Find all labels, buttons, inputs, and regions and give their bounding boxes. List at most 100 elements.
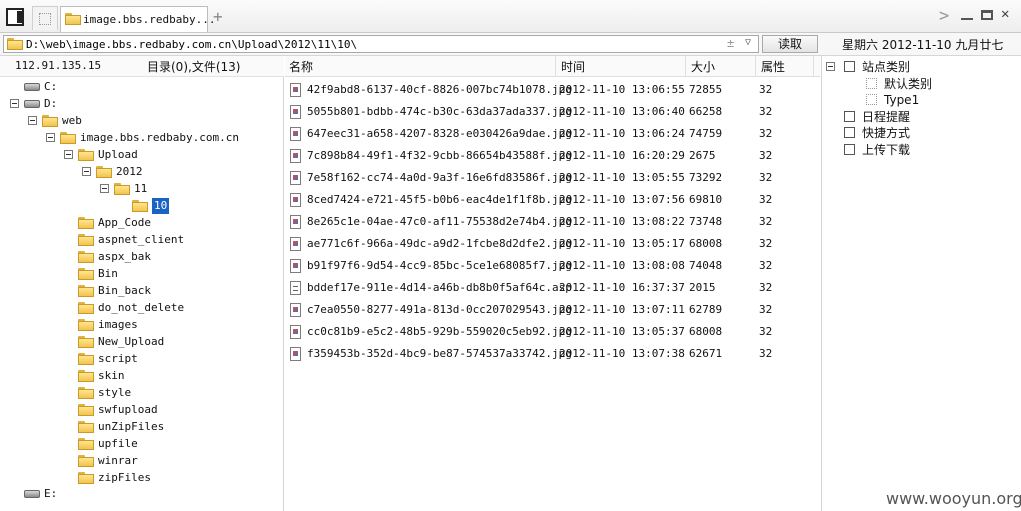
read-button[interactable]: 读取 bbox=[762, 35, 818, 53]
address-input[interactable] bbox=[26, 37, 716, 51]
category-item[interactable]: 日程提醒 bbox=[822, 109, 1021, 125]
file-row[interactable]: 5055b801-bdbb-474c-b30c-63da37ada337.jpg… bbox=[285, 101, 820, 123]
watermark: www.wooyun.org bbox=[886, 489, 1021, 508]
collapse-toggle-icon[interactable] bbox=[28, 116, 37, 125]
column-header-size[interactable]: 大小 bbox=[691, 58, 715, 75]
file-name: 8e265c1e-04ae-47c0-af11-75538d2e74b4.jpg bbox=[307, 215, 572, 228]
file-row[interactable]: c7ea0550-8277-491a-813d-0cc207029543.jpg… bbox=[285, 299, 820, 321]
tree-folder[interactable]: upfile bbox=[0, 436, 284, 452]
category-item[interactable]: 快捷方式 bbox=[822, 125, 1021, 141]
category-item[interactable]: 上传下载 bbox=[822, 142, 1021, 158]
collapse-toggle-icon[interactable] bbox=[82, 167, 91, 176]
tree-folder[interactable]: New_Upload bbox=[0, 334, 284, 350]
category-item[interactable]: 默认类别 bbox=[822, 76, 1021, 92]
sidebar-toggle-icon[interactable] bbox=[6, 8, 24, 26]
tree-label: 2012 bbox=[116, 165, 143, 178]
tree-label: script bbox=[98, 352, 138, 365]
chevron-down-icon[interactable]: ▽ bbox=[745, 37, 751, 48]
tree-drive[interactable]: E: bbox=[0, 486, 284, 502]
file-row[interactable]: f359453b-352d-4bc9-be87-574537a33742.jpg… bbox=[285, 343, 820, 365]
tree-folder[interactable]: Bin bbox=[0, 266, 284, 282]
tree-folder[interactable]: images bbox=[0, 317, 284, 333]
file-row[interactable]: 7c898b84-49f1-4f32-9cbb-86654b43588f.jpg… bbox=[285, 145, 820, 167]
collapse-toggle-icon[interactable] bbox=[64, 150, 73, 159]
column-divider[interactable] bbox=[555, 56, 556, 76]
column-header-attr[interactable]: 属性 bbox=[761, 58, 785, 75]
file-row[interactable]: b91f97f6-9d54-4cc9-85bc-5ce1e68085f7.jpg… bbox=[285, 255, 820, 277]
file-row[interactable]: 42f9abd8-6137-40cf-8826-007bc74b1078.jpg… bbox=[285, 79, 820, 101]
file-time: 2012-11-10 13:06:40 bbox=[559, 105, 685, 118]
category-item[interactable]: 站点类别 bbox=[822, 59, 1021, 75]
file-row[interactable]: cc0c81b9-e5c2-48b5-929b-559020c5eb92.jpg… bbox=[285, 321, 820, 343]
tree-folder[interactable]: winrar bbox=[0, 453, 284, 469]
category-item[interactable]: Type1 bbox=[822, 92, 1021, 108]
file-name: 647eec31-a658-4207-8328-e030426a9dae.jpg bbox=[307, 127, 572, 140]
column-divider[interactable] bbox=[755, 56, 756, 76]
tree-folder[interactable]: swfupload bbox=[0, 402, 284, 418]
file-row[interactable]: 8e265c1e-04ae-47c0-af11-75538d2e74b4.jpg… bbox=[285, 211, 820, 233]
collapse-toggle-icon[interactable] bbox=[100, 184, 109, 193]
folder-icon bbox=[132, 200, 148, 212]
collapse-toggle-icon[interactable] bbox=[10, 99, 19, 108]
file-row[interactable]: 7e58f162-cc74-4a0d-9a3f-16e6fd83586f.jpg… bbox=[285, 167, 820, 189]
tree-folder[interactable]: 2012 bbox=[0, 164, 284, 180]
blank-tab[interactable] bbox=[32, 6, 58, 30]
tree-folder[interactable]: Bin_back bbox=[0, 283, 284, 299]
collapse-toggle-icon[interactable] bbox=[46, 133, 55, 142]
bookmark-add-icon[interactable]: ± bbox=[727, 36, 734, 50]
file-row[interactable]: bddef17e-911e-4d14-a46b-db8b0f5af64c.asp… bbox=[285, 277, 820, 299]
tree-folder[interactable]: image.bbs.redbaby.com.cn bbox=[0, 130, 284, 146]
tree-label: unZipFiles bbox=[98, 420, 165, 433]
tree-drive[interactable]: D: bbox=[0, 96, 284, 112]
file-time: 2012-11-10 13:07:11 bbox=[559, 303, 685, 316]
drive-icon bbox=[24, 100, 40, 108]
new-tab-icon[interactable]: + bbox=[213, 7, 223, 26]
tree-folder[interactable]: style bbox=[0, 385, 284, 401]
file-attr: 32 bbox=[759, 105, 773, 118]
file-size: 62789 bbox=[689, 303, 723, 316]
file-row[interactable]: 8ced7424-e721-45f5-b0b6-eac4de1f1f8b.jpg… bbox=[285, 189, 820, 211]
tree-folder[interactable]: aspx_bak bbox=[0, 249, 284, 265]
file-row[interactable]: 647eec31-a658-4207-8328-e030426a9dae.jpg… bbox=[285, 123, 820, 145]
file-time: 2012-11-10 13:06:24 bbox=[559, 127, 685, 140]
tree-label: C: bbox=[44, 80, 58, 93]
folder-icon bbox=[78, 319, 94, 331]
tree-folder[interactable]: App_Code bbox=[0, 215, 284, 231]
maximize-icon[interactable] bbox=[981, 10, 993, 20]
column-header-time[interactable]: 时间 bbox=[561, 58, 585, 75]
tree-folder[interactable]: web bbox=[0, 113, 284, 129]
file-name: c7ea0550-8277-491a-813d-0cc207029543.jpg bbox=[307, 303, 572, 316]
tree-folder[interactable]: 11 bbox=[0, 181, 284, 197]
folder-icon bbox=[78, 370, 94, 382]
tree-label: aspnet_client bbox=[98, 233, 185, 246]
folder-icon bbox=[78, 387, 94, 399]
file-attr: 32 bbox=[759, 127, 773, 140]
close-icon[interactable]: ✕ bbox=[1001, 6, 1009, 22]
active-tab[interactable]: image.bbs.redbaby... bbox=[60, 6, 215, 32]
tree-folder[interactable]: zipFiles bbox=[0, 470, 284, 486]
directory-header: 112.91.135.15 目录(0),文件(13) bbox=[0, 56, 284, 77]
column-divider[interactable] bbox=[813, 56, 814, 76]
category-label: 站点类别 bbox=[862, 60, 911, 74]
collapse-toggle-icon[interactable] bbox=[826, 62, 835, 71]
file-size: 68008 bbox=[689, 325, 723, 338]
file-size: 2675 bbox=[689, 149, 716, 162]
folder-icon bbox=[7, 38, 23, 50]
tree-folder[interactable]: unZipFiles bbox=[0, 419, 284, 435]
file-time: 2012-11-10 16:20:29 bbox=[559, 149, 685, 162]
tree-folder[interactable]: 10 bbox=[0, 198, 284, 214]
file-row[interactable]: ae771c6f-966a-49dc-a9d2-1fcbe8d2dfe2.jpg… bbox=[285, 233, 820, 255]
file-time: 2012-11-10 13:08:08 bbox=[559, 259, 685, 272]
file-attr: 32 bbox=[759, 237, 773, 250]
tree-label: do_not_delete bbox=[98, 301, 185, 314]
chevron-right-icon[interactable]: > bbox=[939, 6, 949, 26]
tree-folder[interactable]: skin bbox=[0, 368, 284, 384]
tree-drive[interactable]: C: bbox=[0, 79, 284, 95]
column-header-name[interactable]: 名称 bbox=[289, 58, 313, 75]
tree-folder[interactable]: script bbox=[0, 351, 284, 367]
column-divider[interactable] bbox=[685, 56, 686, 76]
tree-folder[interactable]: aspnet_client bbox=[0, 232, 284, 248]
tree-folder[interactable]: Upload bbox=[0, 147, 284, 163]
tree-folder[interactable]: do_not_delete bbox=[0, 300, 284, 316]
minimize-icon[interactable] bbox=[961, 18, 973, 20]
